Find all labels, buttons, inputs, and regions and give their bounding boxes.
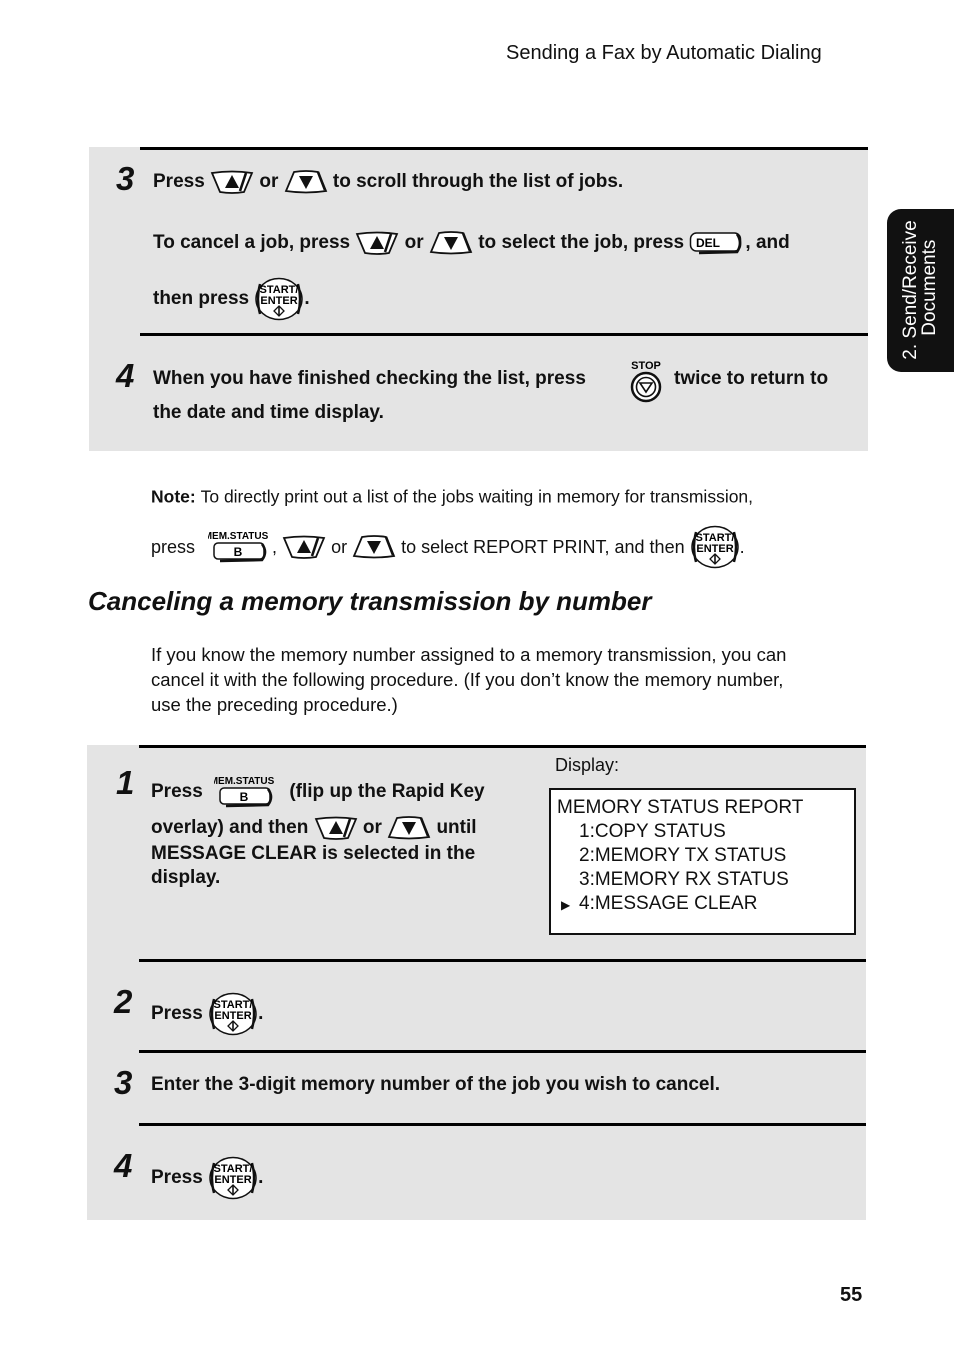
down-arrow-key-icon [284,170,328,194]
svg-text:B: B [240,790,249,804]
text: or [331,537,348,557]
svg-text:DEL: DEL [696,236,720,250]
step1-line4: display. [151,867,221,888]
step-number: 2 [114,983,133,1020]
step3-line3: then press START/ ENTER . [153,277,310,321]
text: , [272,537,278,557]
step-divider [139,1050,866,1053]
mem-status-key-icon: MEM.STATUS B [208,529,272,565]
down-arrow-key-icon [429,231,473,255]
display-menu-item-selected: 4:MESSAGE CLEAR [579,893,758,914]
text: Press [151,781,203,802]
chapter-tab[interactable]: 2. Send/Receive Documents [887,209,954,372]
text: (flip up the Rapid Key [289,781,485,802]
step4-line2: the date and time display. [153,402,384,423]
text: or [259,171,279,192]
chapter-tab-line2: Documents [919,239,940,336]
text: or [362,817,382,838]
svg-text:B: B [234,545,243,559]
up-arrow-key-icon [355,231,399,255]
down-arrow-key-icon [352,535,396,559]
stop-key-icon: STOP [628,358,664,404]
text: then press [153,288,250,309]
step1-line2: overlay) and then or until [151,816,477,840]
mem-status-key-icon: MEM.STATUS B [214,774,278,810]
step3-line1: Press or to scroll through the list of j… [153,170,623,194]
lcd-display: MEMORY STATUS REPORT 1:COPY STATUS 2:MEM… [549,788,856,935]
note-label: Note: [151,486,196,507]
up-arrow-key-icon [282,535,326,559]
text: , and [745,232,790,253]
step-divider [140,333,868,336]
step-number: 4 [116,357,135,394]
step4-line1-tail: twice to return to [674,368,829,389]
text: . [304,288,310,309]
up-arrow-key-icon [314,816,358,840]
start-enter-key-icon: START/ ENTER [208,992,258,1036]
step-number: 3 [114,1064,133,1101]
display-label: Display: [555,755,620,775]
start-enter-key-icon: START/ ENTER [208,1156,258,1200]
text: to select REPORT PRINT, and then [401,537,685,557]
text: until [436,817,477,838]
step-divider [139,1123,866,1126]
step-divider [140,147,868,150]
display-title: MEMORY STATUS REPORT [557,797,804,818]
text: to scroll through the list of jobs. [332,171,624,192]
note-line2: press MEM.STATUS B, or to select REPORT P… [151,525,745,569]
running-header: Sending a Fax by Automatic Dialing [506,42,822,64]
step3-line2: To cancel a job, press or to select the … [153,231,790,255]
page-number: 55 [840,1284,863,1306]
svg-text:MEM.STATUS: MEM.STATUS [214,776,275,787]
text: Press [151,1167,203,1188]
note-line1: Note: To directly print out a list of th… [151,483,753,508]
display-menu-item: 1:COPY STATUS [579,821,726,842]
step3b-line: Enter the 3-digit memory number of the j… [151,1074,721,1095]
step2-line: Press START/ ENTER . [151,992,263,1036]
start-enter-key-icon: START/ ENTER [254,277,304,321]
text: Press [151,1003,203,1024]
intro-line: cancel it with the following procedure. … [151,669,784,690]
intro-line: use the preceding procedure.) [151,694,398,715]
text: overlay) and then [151,817,309,838]
chapter-tab-line1: 2. Send/Receive [900,220,921,360]
display-menu-item: 3:MEMORY RX STATUS [579,869,789,890]
text: To directly print out a list of the jobs… [200,486,754,507]
step-divider [139,959,866,962]
step-number: 3 [116,160,135,197]
svg-text:STOP: STOP [631,360,661,372]
step1-line1: Press MEM.STATUS B (flip up the Rapid Key [151,774,485,810]
text: press [151,537,196,557]
step4b-line: Press START/ ENTER . [151,1156,263,1200]
text: to select the job, press [478,232,685,253]
text: Press [153,171,205,192]
selection-cursor-icon: ▶ [561,898,571,912]
step-divider [139,745,866,748]
step-number: 4 [114,1147,133,1184]
text: . [258,1003,264,1024]
text: To cancel a job, press [153,232,351,253]
text: . [739,537,745,557]
svg-text:MEM.STATUS: MEM.STATUS [208,531,269,542]
section-heading: Canceling a memory transmission by numbe… [88,586,652,616]
up-arrow-key-icon [210,170,254,194]
step1-line3: MESSAGE CLEAR is selected in the [151,843,476,864]
display-menu-item: 2:MEMORY TX STATUS [579,845,787,866]
text: When you have finished checking the list… [153,368,586,389]
down-arrow-key-icon [387,816,431,840]
text: . [258,1167,264,1188]
step-number: 1 [116,764,135,801]
del-key-icon: DEL [689,231,745,255]
text: or [404,232,424,253]
intro-line: If you know the memory number assigned t… [151,644,787,665]
step4-line1: When you have finished checking the list… [153,367,586,391]
start-enter-key-icon: START/ ENTER [690,525,740,569]
